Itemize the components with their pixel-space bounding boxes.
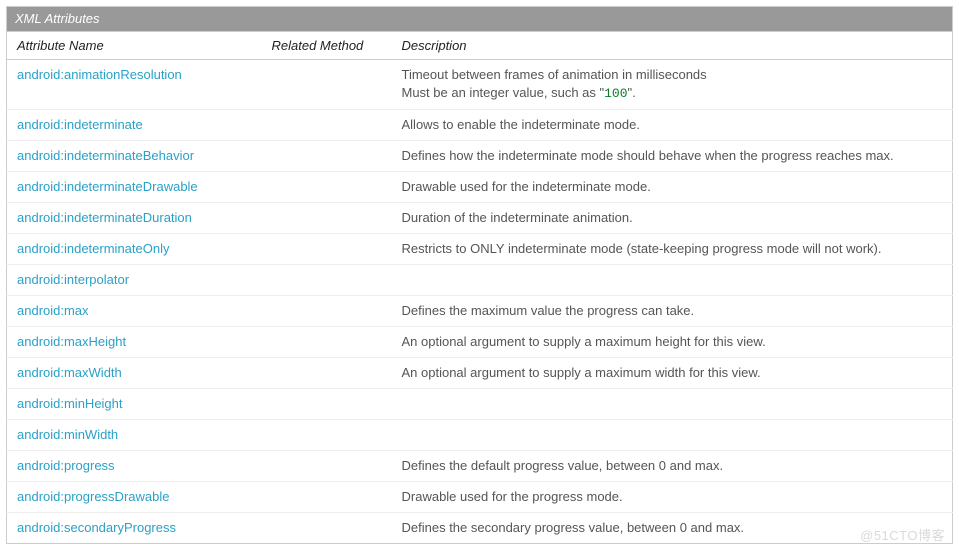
attribute-link[interactable]: android:minHeight: [17, 396, 123, 411]
description-cell: Drawable used for the progress mode.: [392, 482, 953, 513]
description-cell: Duration of the indeterminate animation.: [392, 203, 953, 234]
table-header-row: Attribute Name Related Method Descriptio…: [7, 32, 953, 60]
table-row: android:minHeight: [7, 389, 953, 420]
related-method-cell: [262, 265, 392, 296]
col-attribute-name: Attribute Name: [7, 32, 262, 60]
description-cell: Allows to enable the indeterminate mode.: [392, 110, 953, 141]
attribute-link[interactable]: android:maxWidth: [17, 365, 122, 380]
related-method-cell: [262, 327, 392, 358]
description-cell: [392, 265, 953, 296]
attribute-link[interactable]: android:indeterminateOnly: [17, 241, 169, 256]
related-method-cell: [262, 358, 392, 389]
related-method-cell: [262, 172, 392, 203]
table-row: android:secondaryProgress Defines the sec…: [7, 513, 953, 544]
attribute-link[interactable]: android:secondaryProgress: [17, 520, 176, 535]
table-row: android:progress Defines the default prog…: [7, 451, 953, 482]
table-row: android:indeterminateDrawable Drawable us…: [7, 172, 953, 203]
description-text: ".: [628, 85, 636, 100]
attribute-link[interactable]: android:max: [17, 303, 89, 318]
description-cell: An optional argument to supply a maximum…: [392, 327, 953, 358]
description-cell: [392, 389, 953, 420]
table-row: android:indeterminate Allows to enable th…: [7, 110, 953, 141]
related-method-cell: [262, 296, 392, 327]
attribute-link[interactable]: android:indeterminateDrawable: [17, 179, 198, 194]
description-cell: Defines the maximum value the progress c…: [392, 296, 953, 327]
related-method-cell: [262, 203, 392, 234]
attribute-link[interactable]: android:interpolator: [17, 272, 129, 287]
description-cell: Restricts to ONLY indeterminate mode (st…: [392, 234, 953, 265]
description-cell: Drawable used for the indeterminate mode…: [392, 172, 953, 203]
attribute-link[interactable]: android:indeterminateDuration: [17, 210, 192, 225]
attribute-link[interactable]: android:maxHeight: [17, 334, 126, 349]
related-method-cell: [262, 110, 392, 141]
code-literal: 100: [604, 86, 627, 101]
table-row: android:indeterminateDuration Duration of…: [7, 203, 953, 234]
related-method-cell: [262, 482, 392, 513]
table-row: android:max Defines the maximum value the…: [7, 296, 953, 327]
description-cell: An optional argument to supply a maximum…: [392, 358, 953, 389]
col-description: Description: [392, 32, 953, 60]
related-method-cell: [262, 513, 392, 544]
description-cell: Defines the default progress value, betw…: [392, 451, 953, 482]
related-method-cell: [262, 234, 392, 265]
table-row: android:indeterminateOnly Restricts to ON…: [7, 234, 953, 265]
table-row: android:minWidth: [7, 420, 953, 451]
description-cell: Defines how the indeterminate mode shoul…: [392, 141, 953, 172]
table-row: android:animationResolution Timeout betwe…: [7, 60, 953, 110]
attribute-link[interactable]: android:indeterminateBehavior: [17, 148, 194, 163]
table-row: android:maxWidth An optional argument to …: [7, 358, 953, 389]
description-text: Timeout between frames of animation in m…: [402, 67, 707, 100]
related-method-cell: [262, 389, 392, 420]
description-cell: Defines the secondary progress value, be…: [392, 513, 953, 544]
attribute-link[interactable]: android:animationResolution: [17, 67, 182, 82]
table-row: android:interpolator: [7, 265, 953, 296]
xml-attributes-table: XML Attributes Attribute Name Related Me…: [6, 6, 953, 544]
table-row: android:indeterminateBehavior Defines how…: [7, 141, 953, 172]
attribute-link[interactable]: android:minWidth: [17, 427, 118, 442]
description-cell: Timeout between frames of animation in m…: [392, 60, 953, 110]
table-row: android:progressDrawable Drawable used fo…: [7, 482, 953, 513]
attribute-link[interactable]: android:progress: [17, 458, 115, 473]
table-title: XML Attributes: [7, 7, 953, 32]
col-related-method: Related Method: [262, 32, 392, 60]
related-method-cell: [262, 60, 392, 110]
table-row: android:maxHeight An optional argument to…: [7, 327, 953, 358]
related-method-cell: [262, 451, 392, 482]
attribute-link[interactable]: android:indeterminate: [17, 117, 143, 132]
attribute-link[interactable]: android:progressDrawable: [17, 489, 169, 504]
related-method-cell: [262, 141, 392, 172]
description-cell: [392, 420, 953, 451]
related-method-cell: [262, 420, 392, 451]
